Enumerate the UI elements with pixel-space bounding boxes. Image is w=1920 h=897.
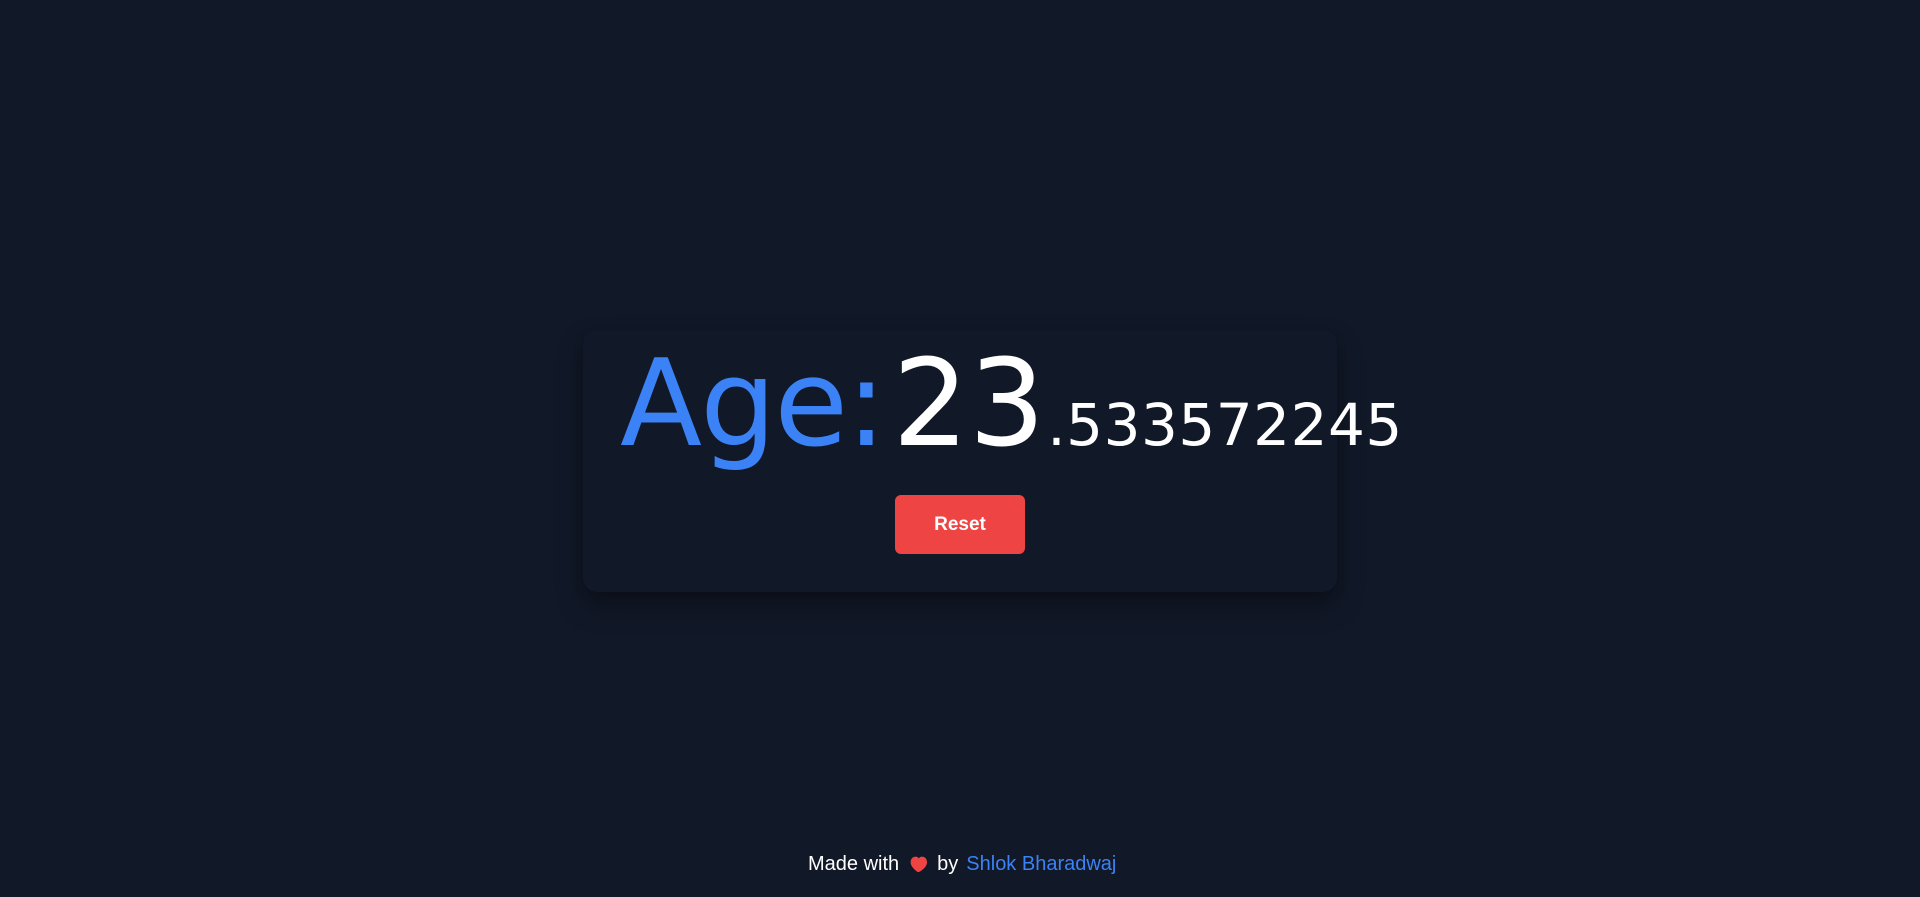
age-fraction: .533572245	[1047, 391, 1403, 459]
age-label: Age:	[620, 335, 887, 474]
by-text: by	[937, 852, 959, 875]
age-integer: 23	[892, 335, 1046, 474]
author-link[interactable]: Shlok Bharadwaj	[966, 853, 1116, 876]
age-display: Age: 23 .533572245	[620, 345, 1403, 475]
made-with-text: Made with	[808, 852, 900, 875]
heart-icon	[907, 853, 929, 875]
reset-button[interactable]: Reset	[895, 495, 1025, 554]
footer: Made with by Shlok Bharadwaj	[808, 850, 1116, 878]
